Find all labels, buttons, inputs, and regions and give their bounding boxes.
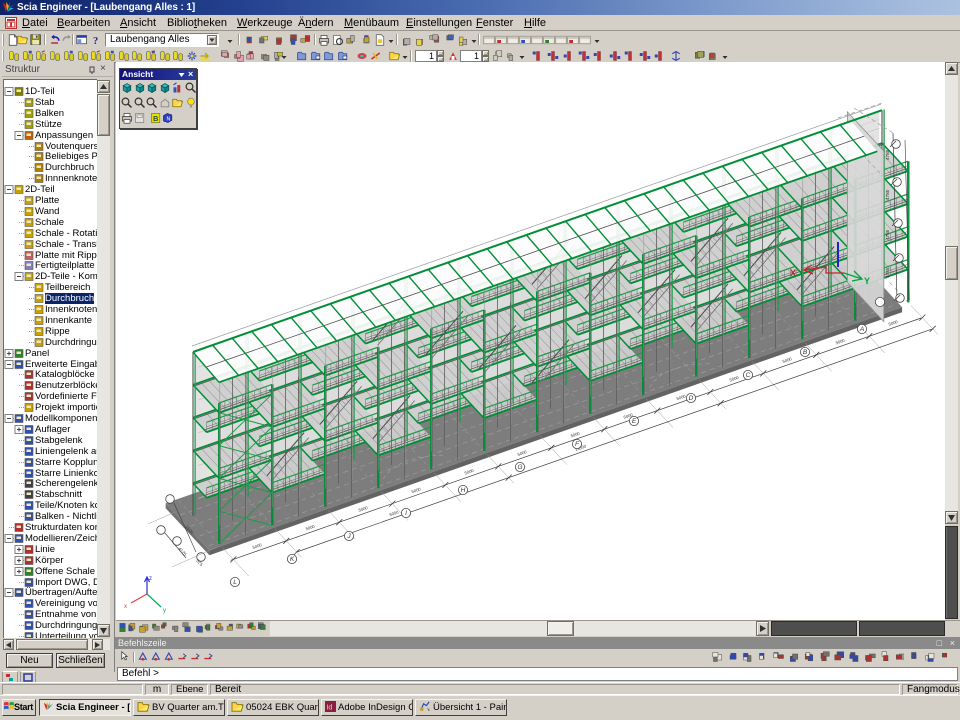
svg-text:5000: 5000 <box>389 509 400 517</box>
svg-text:x: x <box>124 604 127 610</box>
svg-text:5000: 5000 <box>358 505 369 513</box>
svg-text:E: E <box>632 418 637 425</box>
svg-text:H: H <box>461 487 466 494</box>
svg-text:?: ? <box>93 36 98 46</box>
svg-text:5000: 5000 <box>570 430 581 438</box>
svg-text:5000: 5000 <box>305 523 316 531</box>
svg-text:C: C <box>746 372 751 379</box>
svg-text:y: y <box>163 608 166 614</box>
svg-text:B: B <box>153 114 159 123</box>
svg-text:5000: 5000 <box>676 393 687 401</box>
svg-text:5000: 5000 <box>835 337 846 345</box>
svg-text:5000: 5000 <box>464 468 475 476</box>
svg-text:Y: Y <box>864 276 870 286</box>
svg-text:5000: 5000 <box>517 449 528 457</box>
svg-text:5000: 5000 <box>729 375 740 383</box>
svg-text:I: I <box>405 510 407 517</box>
svg-text:4785: 4785 <box>885 149 890 160</box>
svg-text:4125: 4125 <box>177 546 188 557</box>
svg-text:5000: 5000 <box>252 542 263 550</box>
svg-text:4785: 4785 <box>885 189 890 200</box>
svg-text:5000: 5000 <box>411 486 422 494</box>
svg-text:5000: 5000 <box>782 356 793 364</box>
svg-text:B: B <box>803 349 808 356</box>
svg-text:L: L <box>233 579 237 586</box>
svg-text:G: G <box>517 464 522 471</box>
svg-text:z: z <box>149 576 152 582</box>
svg-text:4785: 4785 <box>885 229 890 240</box>
svg-text:4785: 4785 <box>885 267 890 278</box>
svg-text:N: N <box>167 116 171 122</box>
svg-text:K: K <box>290 556 295 563</box>
svg-text:A: A <box>859 326 864 333</box>
svg-text:5000: 5000 <box>888 319 899 327</box>
svg-text:Id: Id <box>326 702 332 711</box>
svg-text:D: D <box>689 395 694 402</box>
svg-text:X: X <box>790 268 796 278</box>
